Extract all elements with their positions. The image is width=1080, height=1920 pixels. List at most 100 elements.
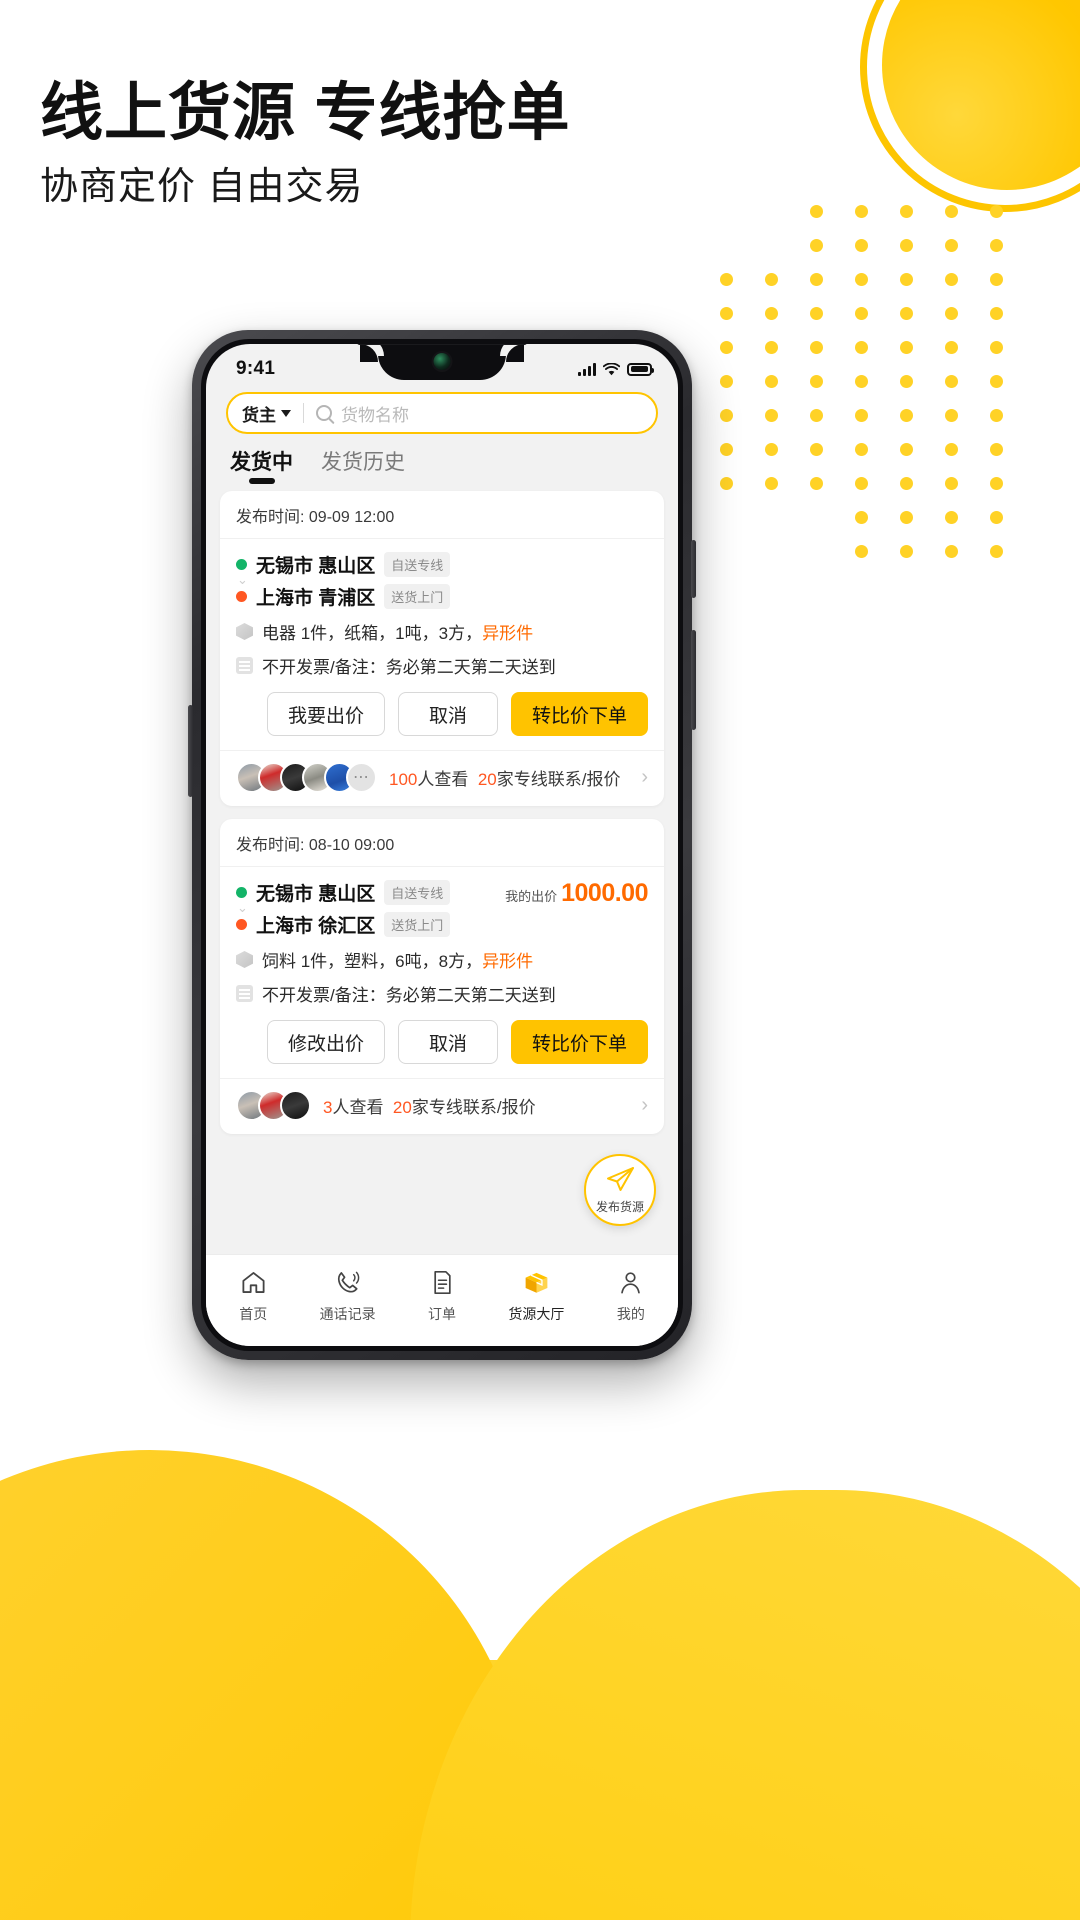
publish-time: 发布时间: 09-09 12:00 <box>220 491 664 539</box>
nav-label-cargo-hall: 货源大厅 <box>508 1305 565 1322</box>
nav-item-call-log[interactable]: 通话记录 <box>300 1268 394 1324</box>
publish-cargo-fab[interactable]: 发布货源 <box>584 1154 656 1226</box>
decor-dot <box>945 239 958 252</box>
origin-dot-icon <box>236 887 247 898</box>
decor-dot <box>900 341 913 354</box>
bid-button[interactable]: 我要出价 <box>266 692 385 736</box>
origin-city: 无锡市 惠山区 <box>256 884 376 905</box>
origin-tag: 自送专线 <box>384 880 451 905</box>
decor-dot <box>810 341 823 354</box>
my-bid-label: 我的出价 <box>505 889 558 904</box>
decor-dot <box>900 511 913 524</box>
decor-dot <box>810 273 823 286</box>
tab-history-label: 发货历史 <box>321 451 405 474</box>
user-icon <box>616 1268 646 1298</box>
decor-dot <box>990 273 1003 286</box>
viewers-row[interactable]: ⋯ 100人查看 20家专线联系/报价 › <box>220 750 664 806</box>
note-text: 不开发票/备注：务必第二天第二天送到 <box>262 658 556 677</box>
decor-dot <box>945 443 958 456</box>
tab-shipping-active[interactable]: 发货中 <box>230 446 293 485</box>
home-icon <box>238 1268 268 1298</box>
shipment-card[interactable]: 发布时间: 08-10 09:00 我的出价 1000.00 无锡市 惠山区 自… <box>220 819 664 1134</box>
cancel-button[interactable]: 取消 <box>397 692 498 736</box>
card-actions: 修改出价 取消 转比价下单 <box>220 1006 664 1078</box>
cargo-row: 饲料 1件，塑料，6吨，8方，异形件 <box>236 947 648 972</box>
decor-dot <box>990 375 1003 388</box>
compare-order-button[interactable]: 转比价下单 <box>510 692 648 736</box>
cellular-signal-icon <box>578 362 596 376</box>
decor-bottom-right-blob <box>410 1490 1080 1920</box>
origin-city: 无锡市 惠山区 <box>256 556 376 577</box>
note-icon <box>236 985 253 1002</box>
decor-dot <box>810 409 823 422</box>
decor-dot <box>990 545 1003 558</box>
decor-dot <box>855 341 868 354</box>
cancel-button[interactable]: 取消 <box>397 1020 498 1064</box>
decor-dot <box>945 545 958 558</box>
decor-dot <box>855 477 868 490</box>
decor-dot <box>720 273 733 286</box>
compare-order-button[interactable]: 转比价下单 <box>510 1020 648 1064</box>
decor-dot <box>900 545 913 558</box>
decor-dot <box>945 341 958 354</box>
nav-item-orders[interactable]: 订单 <box>395 1268 489 1324</box>
avatar-group: ⋯ <box>236 762 377 793</box>
decor-dot <box>900 239 913 252</box>
chevron-down-icon <box>281 409 291 417</box>
chevron-right-icon: › <box>641 1094 648 1116</box>
status-bar: 9:41 <box>206 344 678 388</box>
decor-dot <box>855 409 868 422</box>
decor-dot <box>900 205 913 218</box>
avatar-more-icon: ⋯ <box>346 762 377 793</box>
destination-dot-icon <box>236 919 247 930</box>
nav-item-cargo-hall[interactable]: 货源大厅 <box>489 1268 583 1324</box>
nav-label-call-log: 通话记录 <box>319 1305 376 1322</box>
decor-dot <box>990 443 1003 456</box>
decor-dot <box>765 477 778 490</box>
destination-row: 上海市 青浦区 送货上门 <box>236 583 648 610</box>
viewers-row[interactable]: 3人查看 20家专线联系/报价 › <box>220 1078 664 1134</box>
viewers-text: 3人查看 20家专线联系/报价 <box>323 1098 536 1117</box>
route-link-icon: ⌄ <box>237 900 248 915</box>
search-divider <box>303 403 304 423</box>
decor-dot <box>720 307 733 320</box>
search-input-placeholder[interactable]: 货物名称 <box>341 401 409 426</box>
phone-log-icon <box>333 1268 363 1298</box>
nav-item-profile[interactable]: 我的 <box>584 1268 678 1324</box>
my-bid-price: 我的出价 1000.00 <box>505 879 648 908</box>
destination-city: 上海市 徐汇区 <box>256 916 376 937</box>
note-text: 不开发票/备注：务必第二天第二天送到 <box>262 986 556 1005</box>
decor-dot <box>990 511 1003 524</box>
phone-mockup: 9:41 货主 货物名称 发货中 发货历史 发布时间: 09-09 12:00 … <box>188 330 696 1360</box>
cargo-alert-tag: 异形件 <box>482 952 534 971</box>
decor-dot <box>990 205 1003 218</box>
phone-screen: 9:41 货主 货物名称 发货中 发货历史 发布时间: 09-09 12:00 … <box>206 344 678 1346</box>
tab-history[interactable]: 发货历史 <box>321 446 405 485</box>
destination-tag: 送货上门 <box>384 912 451 937</box>
route-link-icon: ⌄ <box>237 572 248 587</box>
decor-dot <box>855 443 868 456</box>
decor-dot <box>945 375 958 388</box>
destination-row: 上海市 徐汇区 送货上门 <box>236 911 648 938</box>
battery-icon <box>627 362 654 376</box>
decor-dot <box>720 409 733 422</box>
decor-dot <box>765 409 778 422</box>
role-selector[interactable]: 货主 <box>242 401 291 426</box>
shipment-card[interactable]: 发布时间: 09-09 12:00 无锡市 惠山区 自送专线 ⌄ 上海市 青浦区 <box>220 491 664 806</box>
destination-city: 上海市 青浦区 <box>256 588 376 609</box>
phone-button-right-volume <box>691 540 696 598</box>
search-bar[interactable]: 货主 货物名称 <box>226 392 658 434</box>
edit-bid-button[interactable]: 修改出价 <box>266 1020 385 1064</box>
decor-dot <box>900 477 913 490</box>
decor-dot <box>810 239 823 252</box>
decor-dot <box>765 307 778 320</box>
decor-dot <box>990 239 1003 252</box>
destination-tag: 送货上门 <box>384 584 451 609</box>
package-icon <box>521 1268 551 1298</box>
nav-item-home[interactable]: 首页 <box>206 1268 300 1324</box>
cargo-text: 饲料 1件，塑料，6吨，8方，异形件 <box>262 952 534 971</box>
decor-dot <box>720 443 733 456</box>
search-icon <box>316 405 332 421</box>
origin-tag: 自送专线 <box>384 552 451 577</box>
nav-label-orders: 订单 <box>428 1305 457 1322</box>
